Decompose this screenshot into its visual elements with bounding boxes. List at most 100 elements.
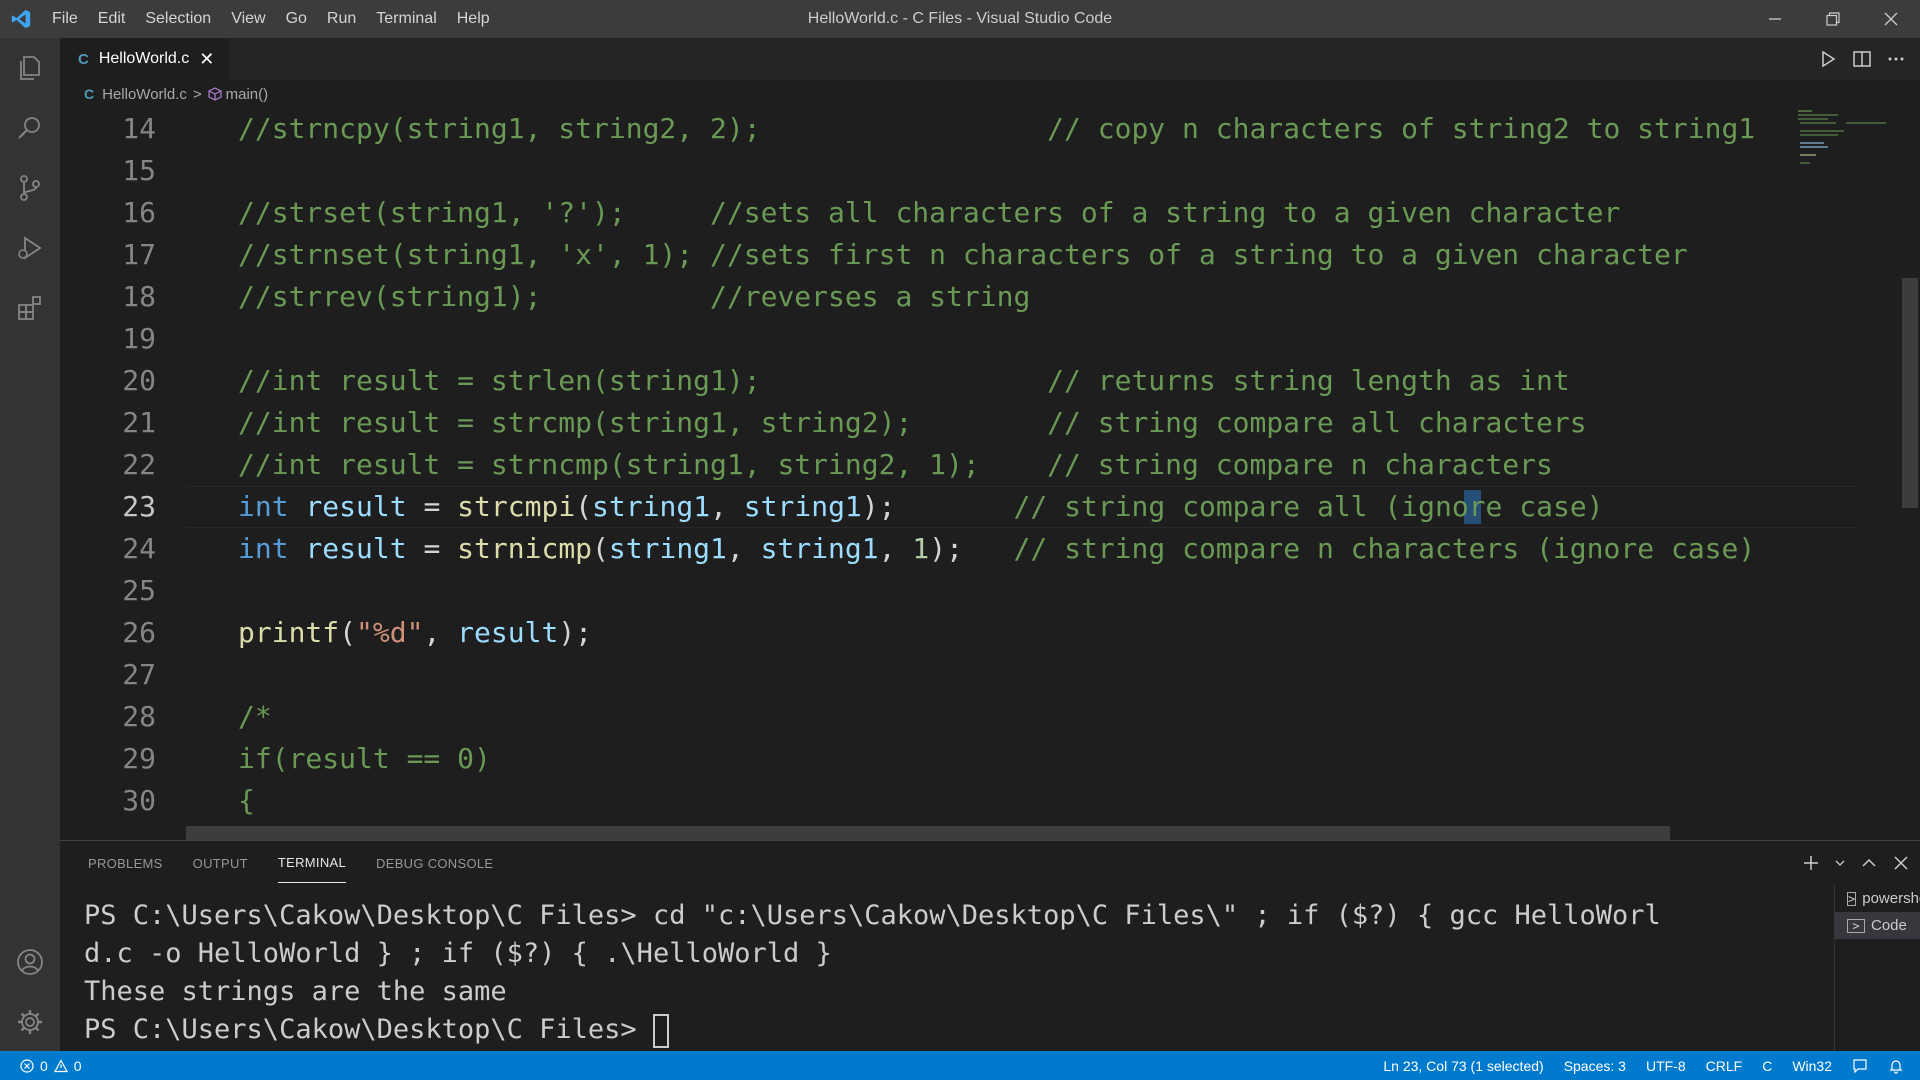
terminal-text: d.c -o HelloWorld } ; if ($?) { .\HelloW…: [84, 938, 832, 969]
c-file-icon: C: [84, 86, 95, 102]
terminal-item-powershell[interactable]: > powershell: [1835, 885, 1920, 912]
close-panel-icon[interactable]: [1892, 854, 1910, 872]
minimize-icon: [1769, 18, 1781, 20]
tab-label: HelloWorld.c: [98, 50, 190, 67]
error-icon: [20, 1058, 34, 1073]
status-bar: 0 0 Ln 23, Col 73 (1 selected) Spaces: 3…: [0, 1051, 1920, 1080]
tab-problems[interactable]: PROBLEMS: [88, 844, 163, 883]
line-number: 30: [122, 784, 156, 817]
account-icon[interactable]: [0, 932, 60, 992]
cursor-position[interactable]: Ln 23, Col 73 (1 selected): [1383, 1058, 1543, 1074]
tab-output[interactable]: OUTPUT: [193, 844, 248, 883]
terminal-line: PS C:\Users\Cakow\Desktop\C Files>: [84, 1011, 1824, 1049]
code-line-17: //strnset(string1, 'x', 1); //sets first…: [238, 238, 1688, 271]
code-line-23: int result = strcmpi(string1, string1); …: [238, 490, 1604, 523]
minimap[interactable]: [1796, 108, 1896, 188]
feedback-icon[interactable]: [1852, 1058, 1868, 1074]
restore-icon: [1826, 12, 1840, 26]
menu-go[interactable]: Go: [276, 0, 317, 38]
warning-count: 0: [73, 1057, 82, 1074]
breadcrumb-symbol[interactable]: main(): [226, 86, 269, 103]
notifications-bell-icon[interactable]: [1888, 1058, 1904, 1074]
menu-view[interactable]: View: [221, 0, 275, 38]
problems-indicator[interactable]: 0 0: [0, 1058, 82, 1074]
close-icon: [1884, 12, 1898, 26]
menu-file[interactable]: File: [42, 0, 88, 38]
line-number: 24: [122, 532, 156, 565]
code-line-24: int result = strnicmp(string1, string1, …: [238, 532, 1756, 565]
error-count: 0: [40, 1057, 48, 1074]
tab-helloworld-c[interactable]: C HelloWorld.c ✕: [60, 38, 230, 80]
code-line-29: if(result == 0): [238, 742, 491, 775]
line-number: 21: [122, 406, 156, 439]
new-terminal-icon[interactable]: [1802, 854, 1820, 872]
code-line-16: //strset(string1, '?'); //sets all chara…: [238, 196, 1621, 229]
maximize-panel-icon[interactable]: [1860, 854, 1878, 872]
line-number: 18: [122, 280, 156, 313]
menu-selection[interactable]: Selection: [135, 0, 221, 38]
tab-terminal[interactable]: TERMINAL: [277, 843, 347, 883]
restore-button[interactable]: [1804, 0, 1862, 38]
tab-debug-console[interactable]: DEBUG CONSOLE: [376, 844, 493, 883]
code-line-26: printf("%d", result);: [238, 616, 593, 649]
title-bar: File Edit Selection View Go Run Terminal…: [0, 0, 1920, 38]
terminal-item-code[interactable]: > Code: [1835, 912, 1920, 939]
warning-icon: [53, 1058, 68, 1072]
terminal-output[interactable]: PS C:\Users\Cakow\Desktop\C Files> cd "c…: [84, 897, 1824, 1049]
menu-terminal[interactable]: Terminal: [366, 0, 446, 38]
run-debug-icon[interactable]: [0, 218, 60, 278]
menu-edit[interactable]: Edit: [88, 0, 136, 38]
end-of-line[interactable]: CRLF: [1706, 1058, 1743, 1074]
source-control-icon[interactable]: [0, 158, 60, 218]
panel-actions: [1802, 841, 1910, 885]
code-line-28: /*: [238, 700, 272, 733]
terminal-prompt: PS C:\Users\Cakow\Desktop\C Files>: [84, 1014, 653, 1045]
extensions-icon[interactable]: [0, 278, 60, 338]
line-number: 17: [122, 238, 156, 271]
line-number: 29: [122, 742, 156, 775]
vscode-logo-icon: [0, 0, 42, 38]
breadcrumb-file[interactable]: HelloWorld.c: [102, 86, 187, 103]
code-line-20: //int result = strlen(string1); // retur…: [238, 364, 1570, 397]
terminal-item-label: powershell: [1862, 890, 1920, 907]
platform[interactable]: Win32: [1792, 1058, 1832, 1074]
minimize-button[interactable]: [1746, 0, 1804, 38]
terminal-text: These strings are the same: [84, 976, 507, 1007]
language-mode[interactable]: C: [1762, 1058, 1772, 1074]
breadcrumb: C HelloWorld.c > main(): [60, 80, 1920, 108]
line-number: 25: [122, 574, 156, 607]
line-number: 15: [122, 154, 156, 187]
status-bar-right: Ln 23, Col 73 (1 selected) Spaces: 3 UTF…: [1383, 1051, 1904, 1080]
terminal-line: PS C:\Users\Cakow\Desktop\C Files> cd "c…: [84, 897, 1824, 935]
encoding[interactable]: UTF-8: [1646, 1058, 1686, 1074]
horizontal-scrollbar[interactable]: [186, 826, 1670, 840]
bottom-panel: PROBLEMS OUTPUT TERMINAL DEBUG CONSOLE P…: [60, 840, 1920, 1052]
run-icon[interactable]: [1818, 49, 1838, 69]
breadcrumb-separator: >: [192, 85, 202, 103]
settings-gear-icon[interactable]: [0, 992, 60, 1052]
activity-bar: [0, 38, 60, 1051]
close-window-button[interactable]: [1862, 0, 1920, 38]
terminal-item-label: Code: [1871, 917, 1907, 934]
chevron-down-icon[interactable]: [1834, 854, 1846, 872]
split-editor-icon[interactable]: [1852, 49, 1872, 69]
line-number: 16: [122, 196, 156, 229]
close-tab-icon[interactable]: ✕: [199, 49, 214, 70]
line-number-active: 23: [122, 490, 156, 523]
vertical-scrollbar[interactable]: [1902, 278, 1918, 508]
explorer-icon[interactable]: [0, 38, 60, 98]
line-number-gutter: 14 15 16 17 18 19 20 21 22 23 24 25 26 2…: [60, 108, 186, 840]
code-line-30: {: [238, 784, 255, 817]
terminal-line: d.c -o HelloWorld } ; if ($?) { .\HelloW…: [84, 935, 1824, 973]
search-icon[interactable]: [0, 98, 60, 158]
indentation[interactable]: Spaces: 3: [1564, 1058, 1626, 1074]
code-editor[interactable]: 14 15 16 17 18 19 20 21 22 23 24 25 26 2…: [60, 108, 1920, 840]
code-line-14: //strncpy(string1, string2, 2); // copy …: [238, 112, 1756, 145]
method-symbol-icon: [208, 87, 222, 101]
menu-run[interactable]: Run: [317, 0, 366, 38]
menu-help[interactable]: Help: [447, 0, 500, 38]
code-area[interactable]: //strncpy(string1, string2, 2); // copy …: [186, 108, 1856, 840]
line-number: 27: [122, 658, 156, 691]
more-actions-icon[interactable]: [1886, 49, 1906, 69]
window-controls: [1746, 0, 1920, 38]
